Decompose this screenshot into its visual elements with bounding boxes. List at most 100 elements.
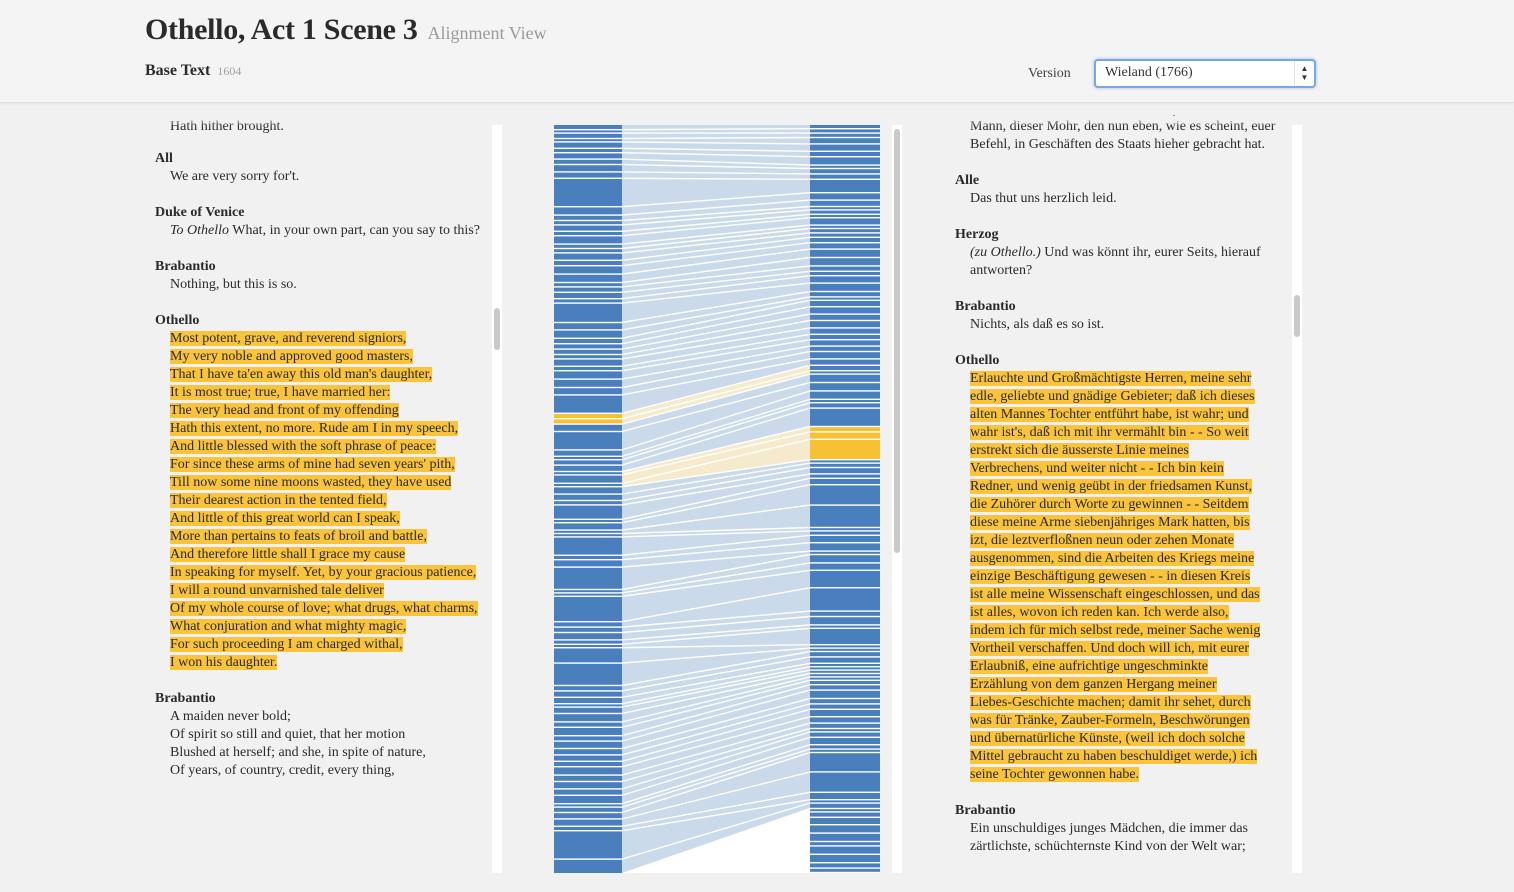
base-segment[interactable] bbox=[554, 593, 622, 596]
base-segment[interactable] bbox=[554, 414, 622, 418]
base-segment[interactable] bbox=[554, 349, 622, 354]
version-segment[interactable] bbox=[810, 485, 880, 505]
base-segment[interactable] bbox=[554, 261, 622, 265]
version-segment[interactable] bbox=[810, 685, 880, 690]
base-segment[interactable] bbox=[554, 755, 622, 761]
version-segment[interactable] bbox=[810, 842, 880, 846]
speech-line[interactable]: Nothing, but this is so. bbox=[170, 276, 485, 294]
version-segment[interactable] bbox=[810, 180, 880, 192]
version-segment[interactable] bbox=[810, 818, 880, 824]
version-segment[interactable] bbox=[810, 400, 880, 402]
version-segment[interactable] bbox=[810, 152, 880, 156]
base-segment[interactable] bbox=[554, 741, 622, 748]
version-select[interactable]: Wieland (1766) ▲ ▼ bbox=[1094, 59, 1316, 88]
speech-line[interactable]: And little blessed with the soft phrase … bbox=[170, 438, 485, 456]
base-segment[interactable] bbox=[554, 494, 622, 500]
base-segment[interactable] bbox=[554, 432, 622, 450]
base-segment[interactable] bbox=[554, 704, 622, 707]
version-segment[interactable] bbox=[810, 157, 880, 165]
version-segment[interactable] bbox=[810, 681, 880, 684]
version-segment[interactable] bbox=[810, 674, 880, 677]
base-segment[interactable] bbox=[554, 266, 622, 274]
version-segment[interactable] bbox=[810, 225, 880, 228]
base-segment[interactable] bbox=[554, 125, 622, 129]
version-segment[interactable] bbox=[810, 863, 880, 868]
speech-line[interactable]: einzige Beschäftigung gewesen - - in die… bbox=[970, 568, 1285, 586]
version-segment[interactable] bbox=[810, 403, 880, 408]
base-segment[interactable] bbox=[554, 487, 622, 494]
version-segment[interactable] bbox=[810, 359, 880, 365]
speech-line[interactable]: ist alle meine Wissenschaft eingeschloss… bbox=[970, 586, 1285, 604]
speech-line[interactable]: Of years, of country, credit, every thin… bbox=[170, 762, 485, 780]
version-segment[interactable] bbox=[810, 440, 880, 459]
base-segment[interactable] bbox=[554, 142, 622, 148]
base-segment[interactable] bbox=[554, 484, 622, 486]
version-segment[interactable] bbox=[810, 144, 880, 151]
version-segment[interactable] bbox=[810, 468, 880, 474]
version-segment[interactable] bbox=[810, 617, 880, 625]
speech-line[interactable]: Mittel gebraucht zu haben beschuldiget w… bbox=[970, 748, 1285, 766]
version-segment[interactable] bbox=[810, 321, 880, 328]
speech-line[interactable]: I will a round unvarnished tale deliver bbox=[170, 582, 485, 600]
base-segment[interactable] bbox=[554, 686, 622, 691]
version-segment[interactable] bbox=[810, 664, 880, 666]
base-segment[interactable] bbox=[554, 796, 622, 803]
version-segment[interactable] bbox=[810, 732, 880, 737]
base-segment[interactable] bbox=[554, 153, 622, 159]
version-segment[interactable] bbox=[810, 699, 880, 704]
base-text-panel[interactable]: Hath hither brought. All We are very sorr… bbox=[146, 116, 490, 886]
base-segment[interactable] bbox=[554, 691, 622, 697]
version-segment[interactable] bbox=[810, 825, 880, 833]
base-segment[interactable] bbox=[554, 133, 622, 138]
base-segment[interactable] bbox=[554, 165, 622, 172]
speech-line[interactable]: Liebes-Geschichte machen; damit ihr sehe… bbox=[970, 694, 1285, 712]
version-segment[interactable] bbox=[810, 233, 880, 237]
version-segment[interactable] bbox=[810, 174, 880, 179]
base-segment[interactable] bbox=[554, 330, 622, 338]
version-segment[interactable] bbox=[810, 690, 880, 698]
scrollbar-thumb[interactable] bbox=[494, 308, 500, 350]
version-segment[interactable] bbox=[810, 738, 880, 744]
version-segment[interactable] bbox=[810, 803, 880, 808]
version-segment[interactable] bbox=[810, 215, 880, 217]
base-segment[interactable] bbox=[554, 172, 622, 178]
speech-line[interactable]: Most potent, grave, and reverend signior… bbox=[170, 330, 485, 348]
version-segment[interactable] bbox=[810, 652, 880, 657]
scrollbar-thumb[interactable] bbox=[894, 129, 900, 553]
base-segment[interactable] bbox=[554, 287, 622, 292]
speech-line[interactable]: What conjuration and what mighty magic, bbox=[170, 618, 485, 636]
speech-line[interactable]: Of spirit so still and quiet, that her m… bbox=[170, 726, 485, 744]
speech-line[interactable]: Their dearest action in the tented field… bbox=[170, 492, 485, 510]
version-segment[interactable] bbox=[810, 328, 880, 334]
speech-line[interactable]: A maiden never bold; bbox=[170, 708, 485, 726]
version-segment[interactable] bbox=[810, 479, 880, 484]
version-segment[interactable] bbox=[810, 657, 880, 663]
speech-line[interactable]: und übernatürliche Künste, (weil ich doc… bbox=[970, 730, 1285, 748]
version-segment[interactable] bbox=[810, 427, 880, 432]
base-segment[interactable] bbox=[554, 253, 622, 260]
base-segment[interactable] bbox=[554, 523, 622, 530]
speech-line[interactable]: zärtlichste, schüchternste Kind von der … bbox=[970, 838, 1285, 856]
speech-line[interactable]: diese meine Arme siebenjähriges Mark hat… bbox=[970, 514, 1285, 532]
base-segment[interactable] bbox=[554, 344, 622, 349]
base-segment[interactable] bbox=[554, 698, 622, 703]
base-segment[interactable] bbox=[554, 323, 622, 330]
version-segment[interactable] bbox=[810, 314, 880, 320]
version-segment[interactable] bbox=[810, 460, 880, 463]
base-segment[interactable] bbox=[554, 831, 622, 859]
version-segment[interactable] bbox=[810, 391, 880, 399]
base-segment[interactable] bbox=[554, 355, 622, 359]
version-segment[interactable] bbox=[810, 133, 880, 137]
version-segment[interactable] bbox=[810, 210, 880, 214]
version-segment[interactable] bbox=[810, 266, 880, 271]
version-segment[interactable] bbox=[810, 749, 880, 752]
base-segment[interactable] bbox=[554, 283, 622, 287]
version-segment[interactable] bbox=[810, 193, 880, 200]
version-segment[interactable] bbox=[810, 625, 880, 628]
version-segment[interactable] bbox=[810, 283, 880, 291]
version-segment[interactable] bbox=[810, 200, 880, 206]
speech-line[interactable]: Nichts, als daß es so ist. bbox=[970, 316, 1285, 334]
base-segment[interactable] bbox=[554, 663, 622, 685]
base-segment[interactable] bbox=[554, 530, 622, 533]
version-segment[interactable] bbox=[810, 129, 880, 133]
